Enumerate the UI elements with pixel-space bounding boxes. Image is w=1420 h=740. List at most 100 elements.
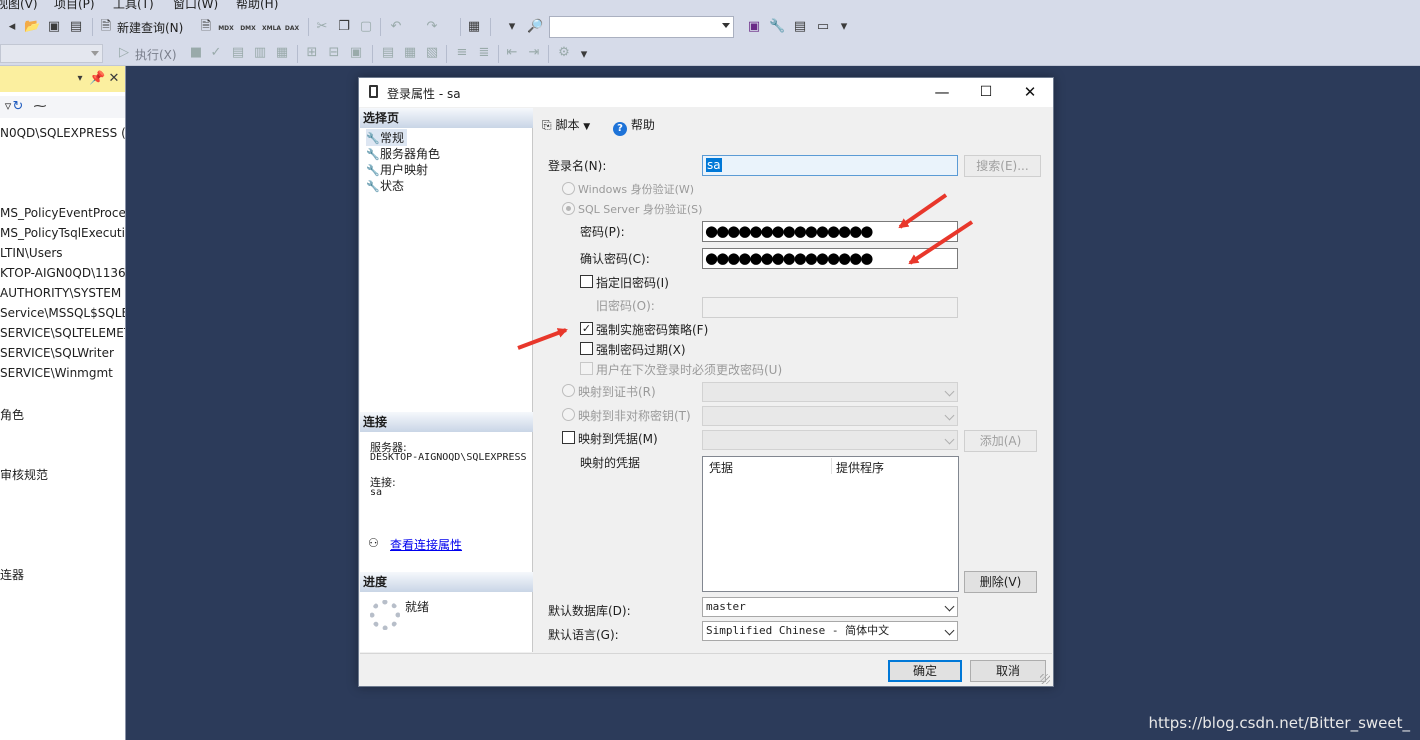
windows-auth-radio[interactable] bbox=[562, 182, 575, 195]
results-grid-icon[interactable]: ▦ bbox=[402, 45, 418, 61]
execute-button[interactable]: 执行(X) bbox=[135, 46, 177, 63]
page-status[interactable]: 🔧状态 bbox=[366, 177, 404, 194]
refresh-icon[interactable]: ↻ bbox=[10, 99, 26, 115]
results-file-icon[interactable]: ▧ bbox=[424, 45, 440, 61]
tree-item[interactable]: SERVICE\SQLWriter bbox=[0, 346, 114, 360]
enforce-password-expiration-checkbox[interactable] bbox=[580, 342, 593, 355]
solution-config-dropdown-icon[interactable]: ▾ bbox=[504, 19, 520, 35]
paste-icon[interactable]: ▢ bbox=[358, 19, 374, 35]
activity-monitor-icon[interactable]: ⁓ bbox=[32, 99, 48, 115]
page-server-roles[interactable]: 🔧服务器角色 bbox=[366, 145, 440, 162]
credential-select[interactable] bbox=[702, 430, 958, 450]
estimated-plan-icon[interactable]: ▤ bbox=[230, 45, 246, 61]
toolbar-options-icon[interactable]: ▾ bbox=[576, 47, 592, 63]
new-query-button[interactable]: 新建查询(N) bbox=[117, 19, 183, 36]
pin-icon[interactable]: 📌 bbox=[89, 71, 105, 87]
tree-item[interactable]: LTIN\Users bbox=[0, 246, 63, 260]
must-change-password-checkbox[interactable] bbox=[580, 362, 593, 375]
minimize-button[interactable]: — bbox=[919, 78, 965, 107]
query-options-icon[interactable]: ▥ bbox=[252, 45, 268, 61]
help-button[interactable]: ? 帮助 bbox=[613, 116, 655, 136]
script-button[interactable]: ⎘ 脚本 ▼ bbox=[542, 116, 590, 133]
menu-project[interactable]: 项目(P) bbox=[54, 0, 95, 12]
tree-item[interactable]: MS_PolicyEventProcess bbox=[0, 206, 125, 220]
search-button[interactable]: 搜索(E)... bbox=[964, 155, 1041, 177]
specify-old-password-checkbox[interactable] bbox=[580, 275, 593, 288]
remove-credential-button[interactable]: 删除(V) bbox=[964, 571, 1037, 593]
old-password-input[interactable] bbox=[702, 297, 958, 318]
command-window-icon[interactable]: ▭ bbox=[815, 19, 831, 35]
map-to-asymmetric-key-radio[interactable] bbox=[562, 408, 575, 421]
password-input[interactable]: ●●●●●●●●●●●●●●● bbox=[702, 221, 958, 242]
confirm-password-input[interactable]: ●●●●●●●●●●●●●●● bbox=[702, 248, 958, 269]
save-all-icon[interactable]: ▤ bbox=[68, 19, 84, 35]
tree-item[interactable]: AUTHORITY\SYSTEM bbox=[0, 286, 121, 300]
menu-view[interactable]: 视图(V) bbox=[0, 0, 38, 12]
execute-icon[interactable]: ▷ bbox=[116, 45, 132, 61]
page-general[interactable]: 🔧常规 bbox=[366, 129, 408, 146]
toolbar-options-icon[interactable]: ▾ bbox=[836, 19, 852, 35]
mdx-query-icon[interactable]: MDX bbox=[218, 21, 234, 37]
live-stats-icon[interactable]: ⊟ bbox=[326, 45, 342, 61]
default-language-select[interactable]: Simplified Chinese - 简体中文 bbox=[702, 621, 958, 641]
save-icon[interactable]: ▣ bbox=[46, 19, 62, 35]
view-connection-properties-link[interactable]: 查看连接属性 bbox=[390, 536, 462, 553]
decrease-indent-icon[interactable]: ⇤ bbox=[504, 45, 520, 61]
default-database-select[interactable]: master bbox=[702, 597, 958, 617]
tree-item[interactable]: SERVICE\SQLTELEMET bbox=[0, 326, 125, 340]
dax-query-icon[interactable]: DAX bbox=[284, 21, 300, 37]
ok-button[interactable]: 确定 bbox=[888, 660, 962, 682]
tree-node-connectors[interactable]: 连器 bbox=[0, 566, 24, 583]
column-provider[interactable]: 提供程序 bbox=[836, 459, 884, 476]
dmx-query-icon[interactable]: DMX bbox=[240, 21, 256, 37]
actual-plan-icon[interactable]: ⊞ bbox=[304, 45, 320, 61]
back-icon[interactable]: ◂ bbox=[4, 19, 20, 35]
cut-icon[interactable]: ✂ bbox=[314, 19, 330, 35]
uncomment-icon[interactable]: ≣ bbox=[476, 45, 492, 61]
tree-server-node[interactable]: N0QD\SQLEXPRESS ( bbox=[0, 126, 125, 140]
undo-icon[interactable]: ↶ bbox=[388, 19, 404, 35]
column-credential[interactable]: 凭据 bbox=[709, 459, 733, 476]
properties-window-icon[interactable]: ▣ bbox=[746, 19, 762, 35]
find-combo[interactable] bbox=[549, 16, 734, 38]
available-databases-combo[interactable] bbox=[0, 44, 103, 63]
resize-grip-icon[interactable] bbox=[1040, 674, 1050, 684]
find-icon[interactable]: 🔎 bbox=[527, 19, 543, 35]
client-stats-icon[interactable]: ▣ bbox=[348, 45, 364, 61]
tree-node-audit-specs[interactable]: 审核规范 bbox=[0, 466, 48, 483]
cancel-query-icon[interactable]: ■ bbox=[188, 45, 204, 61]
menu-tools[interactable]: 工具(T) bbox=[113, 0, 154, 12]
parse-icon[interactable]: ✓ bbox=[208, 45, 224, 61]
tree-item[interactable]: KTOP-AIGN0QD\1136 bbox=[0, 266, 125, 280]
close-icon[interactable]: ✕ bbox=[106, 71, 122, 87]
tree-item[interactable]: MS_PolicyTsqlExecution bbox=[0, 226, 125, 240]
tree-item[interactable]: Service\MSSQL$SQLE bbox=[0, 306, 125, 320]
increase-indent-icon[interactable]: ⇥ bbox=[526, 45, 542, 61]
add-credential-button[interactable]: 添加(A) bbox=[964, 430, 1037, 452]
redo-icon[interactable]: ↷ bbox=[424, 19, 440, 35]
specify-values-icon[interactable]: ⚙ bbox=[556, 45, 572, 61]
xmla-query-icon[interactable]: XMLA bbox=[262, 21, 281, 37]
wrench-icon[interactable]: 🔧 bbox=[769, 19, 785, 35]
new-query-icon[interactable]: 🗎 bbox=[98, 19, 114, 35]
activity-monitor-icon[interactable]: ▦ bbox=[466, 19, 482, 35]
page-user-mapping[interactable]: 🔧用户映射 bbox=[366, 161, 428, 178]
database-engine-query-icon[interactable]: 🗎 bbox=[198, 19, 214, 35]
comment-icon[interactable]: ≡ bbox=[454, 45, 470, 61]
enforce-password-policy-checkbox[interactable]: ✓ bbox=[580, 322, 593, 335]
results-text-icon[interactable]: ▤ bbox=[380, 45, 396, 61]
menu-help[interactable]: 帮助(H) bbox=[236, 0, 278, 12]
toolbox-icon[interactable]: ▤ bbox=[792, 19, 808, 35]
close-button[interactable]: ✕ bbox=[1007, 78, 1053, 107]
login-name-input[interactable]: sa bbox=[702, 155, 958, 176]
tree-node-roles[interactable]: 角色 bbox=[0, 406, 24, 423]
menu-window[interactable]: 窗口(W) bbox=[173, 0, 218, 12]
cancel-button[interactable]: 取消 bbox=[970, 660, 1046, 682]
mapped-credentials-list[interactable]: 凭据 提供程序 bbox=[702, 456, 959, 592]
intellisense-icon[interactable]: ▦ bbox=[274, 45, 290, 61]
map-to-credential-checkbox[interactable] bbox=[562, 431, 575, 444]
map-to-certificate-radio[interactable] bbox=[562, 384, 575, 397]
certificate-select[interactable] bbox=[702, 382, 958, 402]
sql-auth-radio[interactable] bbox=[562, 202, 575, 215]
open-file-icon[interactable]: 📂 bbox=[24, 19, 40, 35]
